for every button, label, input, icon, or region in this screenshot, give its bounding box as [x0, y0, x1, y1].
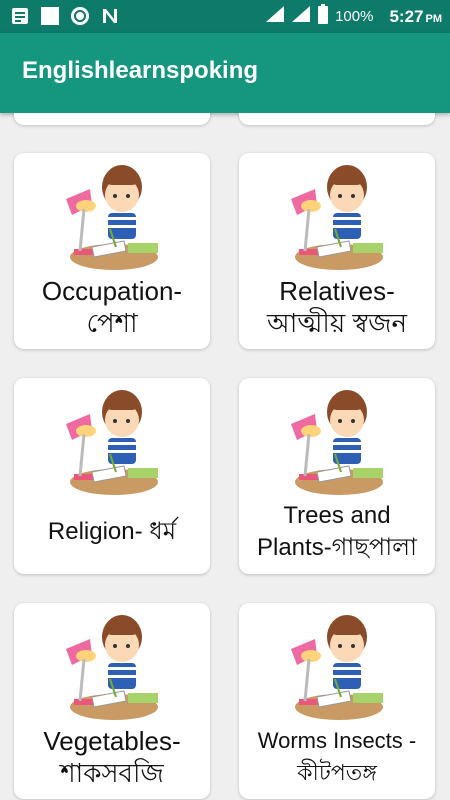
girl-studying-icon — [291, 615, 383, 720]
clock: 5:27 PM — [389, 7, 442, 27]
category-grid[interactable]: Occupation- পেশা Relatives- আত্মীয় স্বজন — [0, 113, 450, 800]
battery-icon — [317, 4, 329, 29]
notification-square-icon — [40, 6, 60, 26]
girl-studying-icon — [291, 165, 383, 270]
category-card-worms-insects[interactable]: Worms Insects - কীটপতঙ্গ — [239, 603, 435, 799]
status-bar: 100% 5:27 PM — [0, 0, 450, 33]
category-card-partial-right[interactable] — [239, 113, 435, 125]
category-card-relatives[interactable]: Relatives- আত্মীয় স্বজন — [239, 153, 435, 349]
battery-percent: 100% — [335, 8, 374, 25]
category-label: Trees and Plants-গাছপালা — [256, 502, 418, 561]
girl-studying-icon — [291, 390, 383, 495]
clock-time: 5:27 — [389, 6, 424, 26]
notification-message-icon — [10, 6, 30, 26]
cell-signal-icon — [291, 5, 311, 28]
category-label: Relatives- আত্মীয় স্বজন — [267, 276, 407, 338]
girl-studying-icon — [66, 390, 158, 495]
category-label: Vegetables- শাকসবজি — [43, 726, 181, 788]
app-title: Englishlearnspoking — [22, 57, 259, 84]
category-card-partial-left[interactable] — [14, 113, 210, 125]
girl-studying-icon — [66, 165, 158, 270]
wifi-signal-icon — [265, 5, 285, 28]
category-card-trees-and-plants[interactable]: Trees and Plants-গাছপালা — [239, 378, 435, 574]
app-bar: Englishlearnspoking — [0, 33, 450, 113]
category-card-occupation[interactable]: Occupation- পেশা — [14, 153, 210, 349]
category-card-vegetables[interactable]: Vegetables- শাকসবজি — [14, 603, 210, 799]
clock-ampm: PM — [425, 12, 443, 25]
category-label: Occupation- পেশা — [41, 276, 183, 338]
girl-studying-icon — [66, 615, 158, 720]
category-label: Worms Insects - কীটপতঙ্গ — [257, 728, 417, 785]
category-card-religion[interactable]: Religion- ধর্ম — [14, 378, 210, 574]
category-label: Religion- ধর্ম — [47, 518, 177, 545]
notification-n-icon — [100, 6, 120, 26]
notification-app-icon — [70, 6, 90, 26]
